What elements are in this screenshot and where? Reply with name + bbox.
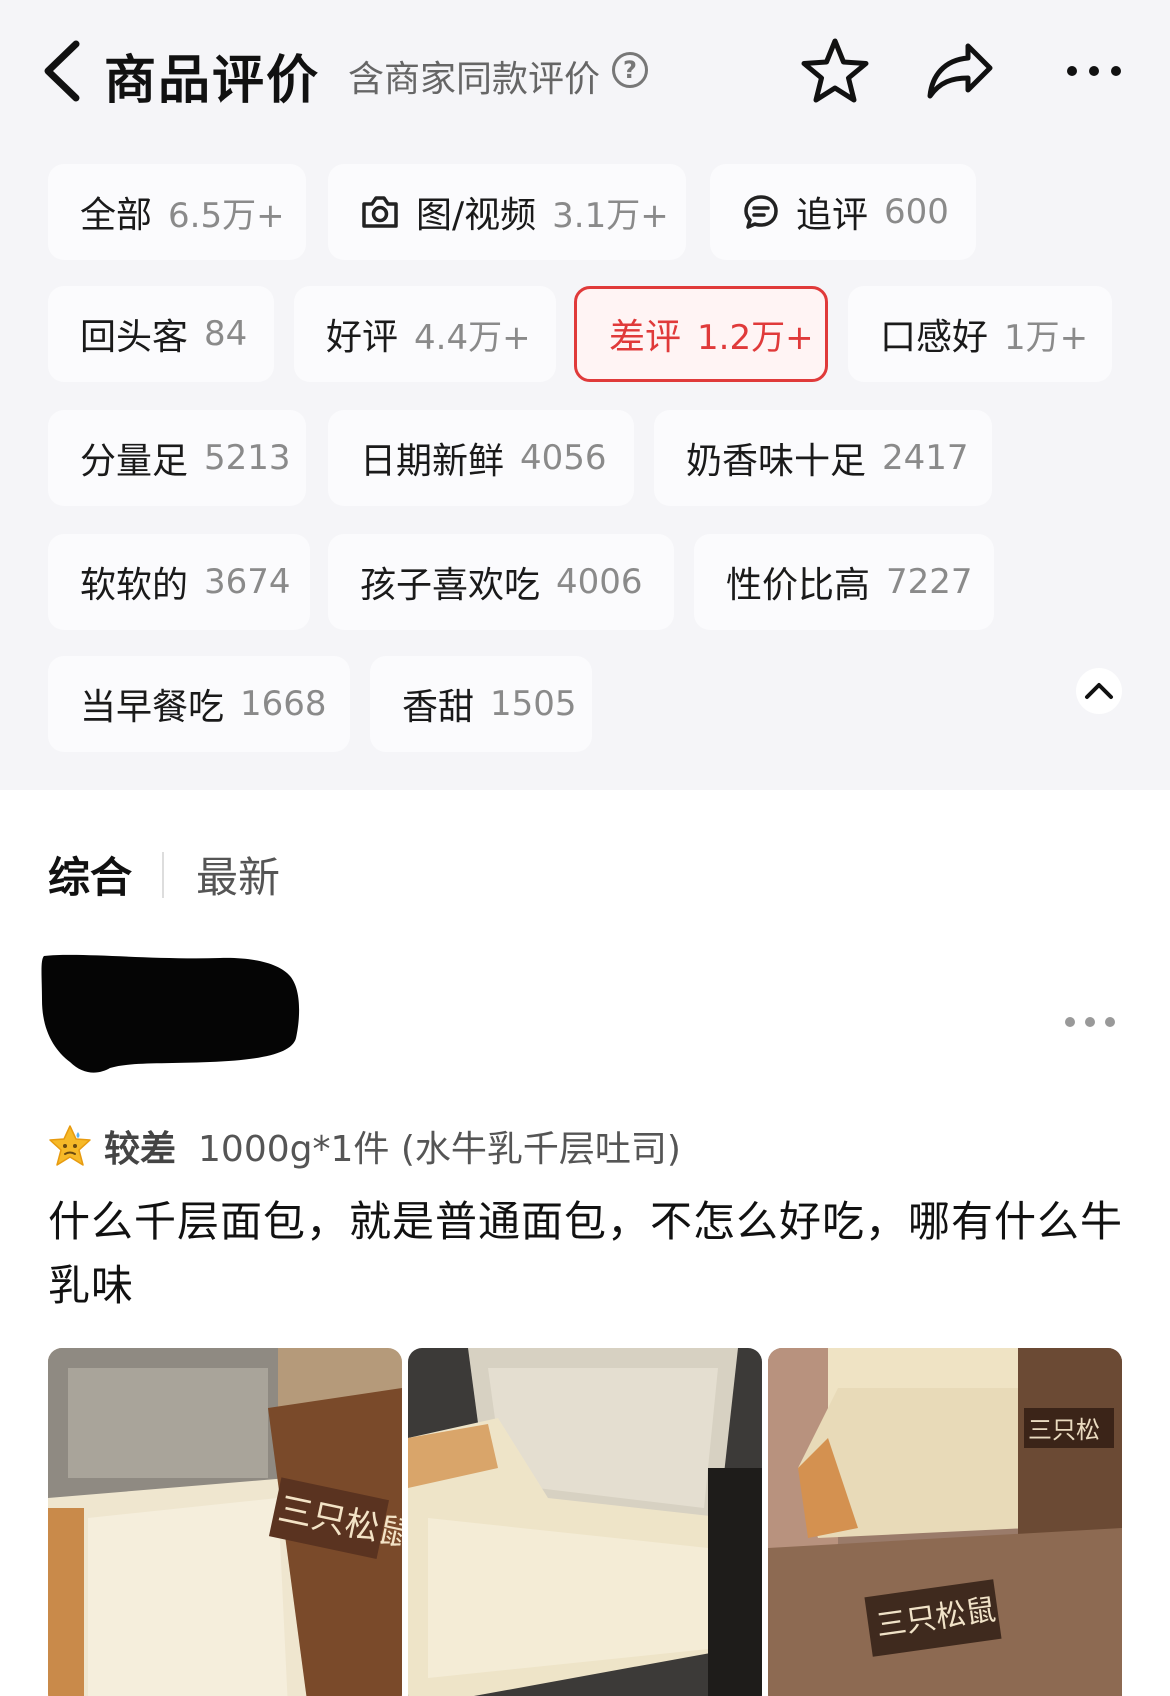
- filter-chip-follow-up[interactable]: 追评 600: [710, 164, 976, 260]
- review-photo[interactable]: 三只松鼠: [48, 1348, 402, 1696]
- chip-count: 1万+: [1004, 317, 1089, 358]
- chip-count: 4006: [556, 562, 643, 602]
- chip-label: 全部: [80, 195, 153, 236]
- filter-chip-good-taste[interactable]: 口感好 1万+: [848, 286, 1112, 382]
- chip-label: 性价比高: [726, 565, 871, 606]
- filter-chip-breakfast[interactable]: 当早餐吃 1668: [48, 656, 350, 752]
- chip-count: 1505: [490, 684, 577, 724]
- chevron-up-icon[interactable]: [1076, 668, 1122, 714]
- sort-tabs: 综合 最新: [0, 820, 1170, 920]
- back-arrow-icon[interactable]: [40, 38, 86, 104]
- chip-count: 84: [204, 314, 248, 354]
- chip-label: 当早餐吃: [80, 687, 225, 728]
- filter-chip-kids-like[interactable]: 孩子喜欢吃 4006: [328, 534, 674, 630]
- comment-icon: [744, 195, 778, 229]
- chip-count: 3674: [204, 562, 291, 602]
- filter-chip-photo-video[interactable]: 图/视频 3.1万+: [328, 164, 686, 260]
- filter-chip-repeat-customer[interactable]: 回头客 84: [48, 286, 274, 382]
- rating-row: 较差 1000g*1件 (水牛乳千层吐司): [48, 1120, 681, 1172]
- filter-chip-sweet[interactable]: 香甜 1505: [370, 656, 592, 752]
- page-title: 商品评价: [104, 51, 321, 111]
- chip-count: 4056: [520, 438, 607, 478]
- chip-label: 口感好: [880, 317, 989, 358]
- more-options-icon[interactable]: [1064, 36, 1124, 106]
- review-photo[interactable]: 三只松 三只松鼠: [768, 1348, 1122, 1696]
- filter-chip-generous-portion[interactable]: 分量足 5213: [48, 410, 306, 506]
- chip-label: 日期新鲜: [360, 441, 505, 482]
- sort-tab-latest[interactable]: 最新: [196, 844, 280, 905]
- star-icon[interactable]: [800, 36, 870, 106]
- chip-label: 差评: [609, 317, 682, 358]
- filter-chip-fresh-date[interactable]: 日期新鲜 4056: [328, 410, 634, 506]
- share-icon[interactable]: [924, 36, 996, 106]
- camera-icon: [362, 196, 398, 228]
- chip-label: 好评: [326, 317, 399, 358]
- chip-label: 香甜: [402, 687, 475, 728]
- divider: [162, 852, 164, 898]
- filter-chip-soft[interactable]: 软软的 3674: [48, 534, 310, 630]
- filter-chip-all[interactable]: 全部 6.5万+: [48, 164, 306, 260]
- filter-chip-positive[interactable]: 好评 4.4万+: [294, 286, 556, 382]
- page-subtitle: 含商家同款评价: [348, 59, 601, 100]
- sad-star-icon: [49, 1125, 91, 1166]
- review-photos: 三只松鼠 三只松 三只松鼠: [48, 1348, 1122, 1696]
- chip-count: 3.1万+: [552, 195, 669, 236]
- chip-label: 回头客: [80, 317, 189, 358]
- review-more-icon[interactable]: [1064, 1010, 1116, 1034]
- product-spec: 1000g*1件 (水牛乳千层吐司): [198, 1129, 681, 1170]
- chip-label: 追评: [796, 195, 869, 236]
- filter-chip-negative[interactable]: 差评 1.2万+: [574, 286, 828, 382]
- sort-tab-overall[interactable]: 综合: [48, 844, 132, 905]
- help-icon[interactable]: ?: [612, 52, 648, 88]
- rating-label: 较差: [104, 1129, 177, 1170]
- review-text: 什么千层面包，就是普通面包，不怎么好吃，哪有什么牛乳味: [48, 1197, 1124, 1310]
- chip-count: 2417: [882, 438, 969, 478]
- chip-count: 5213: [204, 438, 291, 478]
- chip-count: 4.4万+: [414, 317, 531, 358]
- chip-label: 软软的: [80, 565, 189, 606]
- chip-label: 图/视频: [416, 195, 537, 236]
- chip-count: 1.2万+: [697, 317, 814, 358]
- header: 商品评价 含商家同款评价 ?: [0, 0, 1170, 150]
- redacted-username: [41, 954, 300, 1073]
- chip-count: 7227: [886, 562, 973, 602]
- chip-label: 奶香味十足: [686, 441, 867, 482]
- chip-label: 分量足: [80, 441, 189, 482]
- filter-chip-milky-flavor[interactable]: 奶香味十足 2417: [654, 410, 992, 506]
- chip-label: 孩子喜欢吃: [360, 565, 541, 606]
- chip-count: 1668: [240, 684, 327, 724]
- review-photo[interactable]: [408, 1348, 762, 1696]
- chip-count: 600: [884, 192, 949, 232]
- filter-chip-value[interactable]: 性价比高 7227: [694, 534, 994, 630]
- svg-text:三只松: 三只松: [1028, 1416, 1100, 1444]
- chip-count: 6.5万+: [168, 195, 285, 236]
